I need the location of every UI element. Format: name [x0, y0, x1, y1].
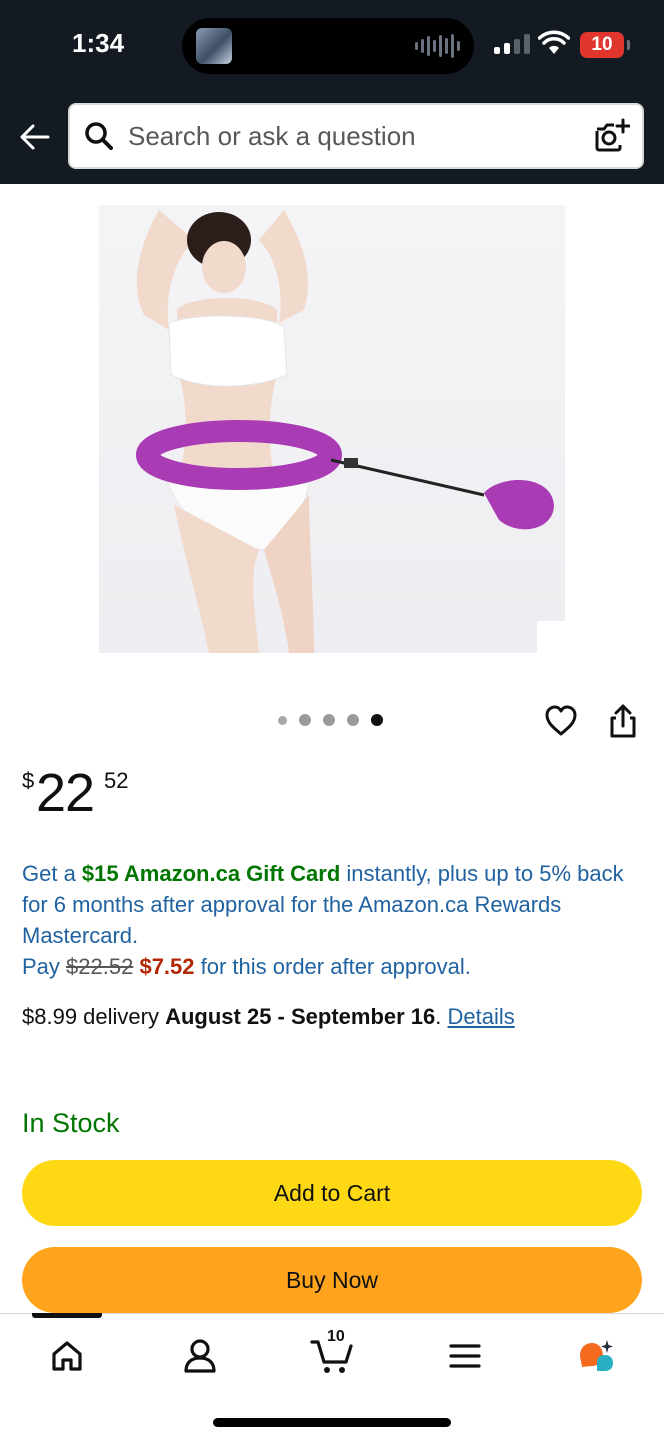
offer-gift-card: $15 Amazon.ca Gift Card: [81, 861, 341, 886]
heart-icon[interactable]: [544, 704, 578, 738]
dynamic-island: [182, 18, 474, 74]
delivery-period: .: [435, 1004, 448, 1029]
active-tab-indicator: [32, 1313, 102, 1318]
offer-pay-suffix: for this order after approval.: [194, 954, 471, 979]
wifi-icon: [538, 30, 570, 54]
carousel-dot[interactable]: [323, 714, 335, 726]
offer-pay-label: Pay: [22, 954, 67, 979]
carousel-dot[interactable]: [347, 714, 359, 726]
add-to-cart-button[interactable]: Add to Cart: [22, 1160, 642, 1226]
search-input[interactable]: [128, 105, 578, 167]
back-arrow-icon[interactable]: [18, 120, 52, 154]
rufus-ai-icon[interactable]: [576, 1336, 616, 1376]
delivery-dates: August 25 - September 16: [165, 1004, 436, 1029]
home-indicator-bar: [213, 1418, 451, 1427]
search-icon: [85, 122, 113, 150]
carousel-dot-active[interactable]: [371, 714, 383, 726]
share-icon[interactable]: [606, 702, 640, 740]
menu-icon[interactable]: [445, 1336, 485, 1376]
battery-indicator: 10: [580, 32, 630, 58]
audio-wave-icon: [415, 34, 460, 58]
search-bar[interactable]: [68, 103, 644, 169]
product-image[interactable]: [99, 205, 565, 653]
price-fraction: 52: [104, 768, 129, 793]
credit-card-offer[interactable]: Get a $15 Amazon.ca Gift Card instantly,…: [22, 858, 642, 982]
app-header: 1:34 10: [0, 0, 664, 184]
now-playing-thumbnail: [196, 28, 232, 64]
account-icon[interactable]: [180, 1336, 220, 1376]
cart-count-badge: 10: [327, 1328, 345, 1345]
product-photo-illustration: [136, 210, 554, 653]
offer-prefix: Get a: [22, 861, 82, 886]
price-currency: $: [22, 768, 35, 793]
image-carousel-dots[interactable]: [278, 714, 383, 726]
home-icon[interactable]: [47, 1336, 87, 1376]
status-time: 1:34: [72, 28, 125, 58]
carousel-dot[interactable]: [278, 715, 287, 725]
stock-status: In Stock: [22, 1108, 120, 1138]
offer-new-price: $7.52: [139, 954, 195, 979]
cellular-signal-icon: [494, 34, 530, 54]
carousel-dot[interactable]: [299, 714, 311, 726]
delivery-cost: $8.99 delivery: [22, 1004, 166, 1029]
delivery-details-link[interactable]: Details: [448, 1004, 515, 1029]
delivery-info: $8.99 delivery August 25 - September 16.…: [22, 1004, 515, 1030]
buy-now-button[interactable]: Buy Now: [22, 1247, 642, 1313]
camera-search-icon[interactable]: [594, 117, 630, 155]
price-whole: 22: [36, 763, 95, 823]
offer-old-price: $22.52: [66, 954, 134, 979]
